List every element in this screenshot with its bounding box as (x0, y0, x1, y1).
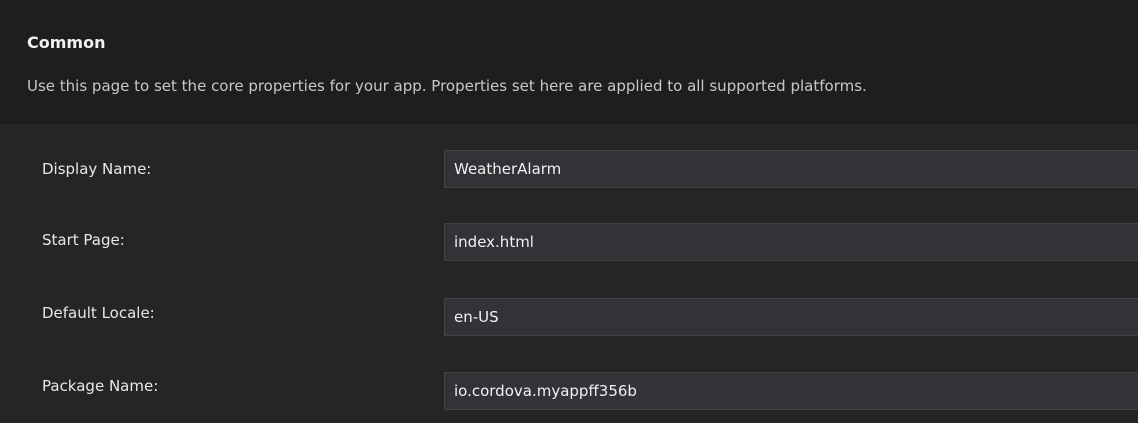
package-name-label: Package Name: (42, 377, 159, 395)
display-name-input[interactable] (444, 150, 1138, 188)
default-locale-label: Default Locale: (42, 304, 155, 322)
section-title: Common (27, 33, 106, 52)
section-header: Common Use this page to set the core pro… (0, 0, 1138, 124)
display-name-label: Display Name: (42, 160, 152, 178)
default-locale-input[interactable] (444, 298, 1138, 336)
section-description: Use this page to set the core properties… (27, 77, 867, 95)
package-name-input[interactable] (444, 372, 1138, 410)
start-page-label: Start Page: (42, 231, 125, 249)
start-page-input[interactable] (444, 223, 1138, 261)
properties-page: Common Use this page to set the core pro… (0, 0, 1138, 423)
